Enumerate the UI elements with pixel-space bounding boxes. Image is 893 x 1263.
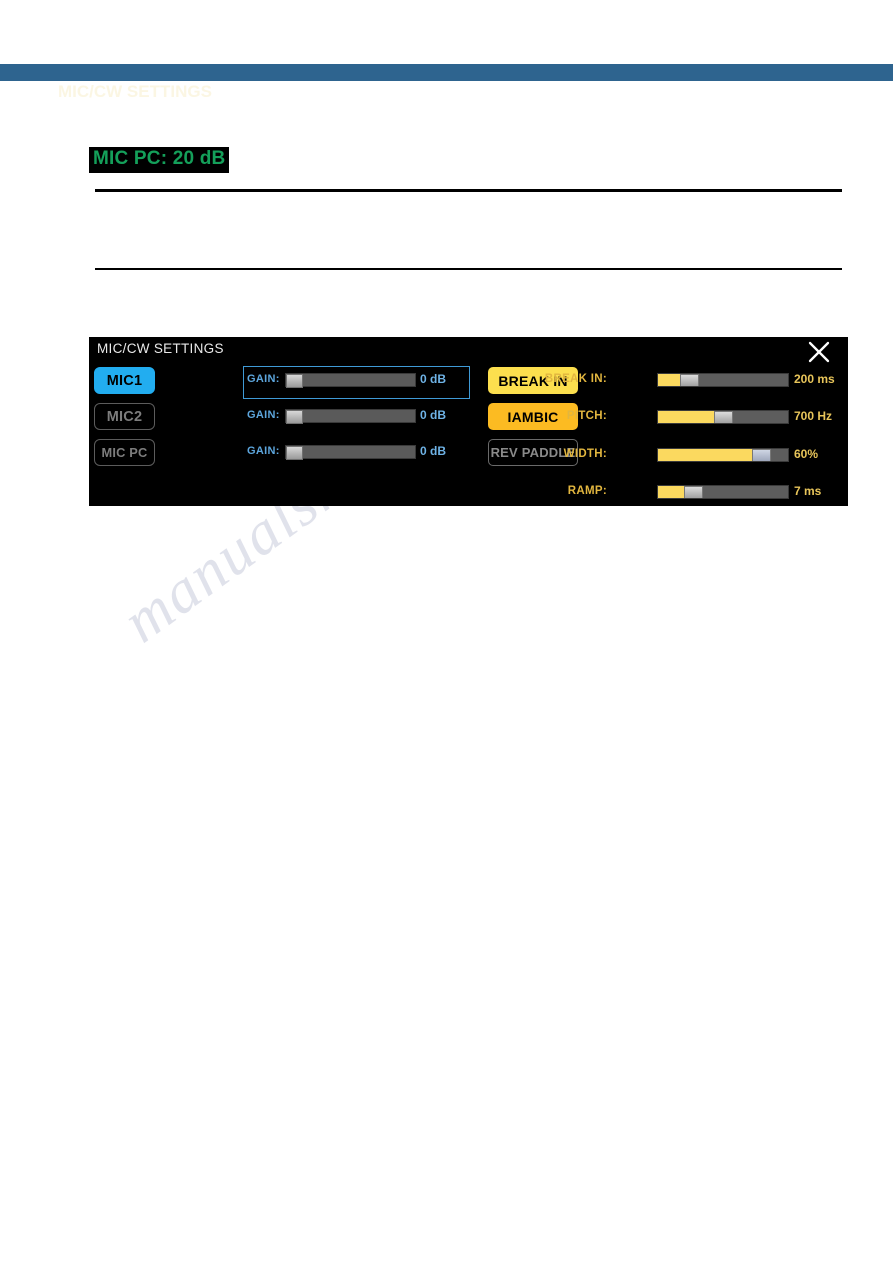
gain-value: 0 dB [420,372,447,386]
cw-slider-fill [658,411,714,423]
cw-slider-thumb[interactable] [684,486,703,498]
cw-label-wrap: WIDTH: [477,445,607,465]
gain-slider-thumb[interactable] [286,374,303,388]
cw-slider-label: WIDTH: [563,448,607,460]
cw-slider-value: 7 ms [794,484,822,498]
cw-slider-value: 700 Hz [794,409,833,423]
gain-slider-mic-pc[interactable] [285,445,416,460]
cw-slider-label: PITCH: [566,410,607,422]
mic-pc-caption: MIC PC: 20 dB [89,147,230,173]
mic-select-button-mic1[interactable]: MIC1 [94,367,155,394]
mic-select-button-mic2[interactable]: MIC2 [94,403,155,430]
cw-slider-thumb[interactable] [680,374,700,386]
divider-top [95,189,842,192]
cw-slider-pitch[interactable] [657,410,789,424]
cw-label-wrap: RAMP: [477,482,607,502]
cw-slider-ramp[interactable] [657,485,789,499]
cw-slider-width[interactable] [657,448,789,462]
cw-slider-value: 200 ms [794,372,835,386]
gain-slider-mic1[interactable] [285,373,416,388]
mic-select-button-mic-pc[interactable]: MIC PC [94,439,155,466]
gain-value: 0 dB [420,408,447,422]
gain-value: 0 dB [420,444,447,458]
cw-label-wrap: PITCH: [477,407,607,427]
cw-slider-fill [658,486,684,498]
cw-slider-label: RAMP: [567,485,607,497]
cw-slider-break-in[interactable] [657,373,789,387]
gain-label: GAIN: [247,409,280,421]
close-icon[interactable] [806,339,832,365]
gain-label: GAIN: [247,373,280,385]
gain-slider-thumb[interactable] [286,410,303,424]
header-ghost-text: MIC/CW SETTINGS [58,82,212,101]
gain-label: GAIN: [247,445,280,457]
cw-slider-fill [658,374,681,386]
panel-title: MIC/CW SETTINGS [97,341,224,356]
cw-slider-thumb[interactable] [751,449,771,461]
cw-slider-fill [658,449,752,461]
cw-slider-thumb[interactable] [713,411,733,423]
page-root: manualshive.com MIC/CW SETTINGS MIC PC: … [0,0,893,1263]
top-blue-band [0,64,893,81]
cw-label-wrap: BREAK IN: [477,370,607,390]
gain-slider-thumb[interactable] [286,446,303,460]
cw-slider-label: BREAK IN: [544,373,607,385]
divider-bottom [95,268,842,270]
mic-cw-settings-panel: MIC/CW SETTINGS MIC1 GAIN: 0 dB MIC2 GAI… [89,337,848,506]
cw-slider-value: 60% [794,447,819,461]
gain-slider-mic2[interactable] [285,409,416,424]
